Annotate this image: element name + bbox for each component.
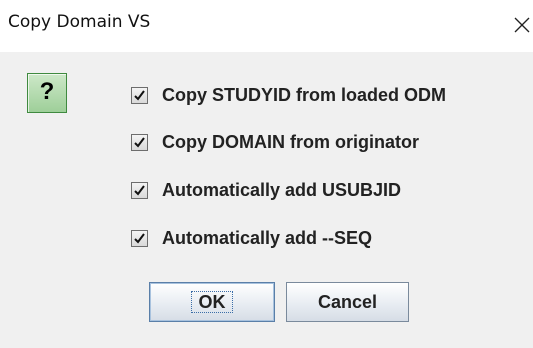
- question-icon: ?: [27, 73, 67, 113]
- option-copy-domain[interactable]: Copy DOMAIN from originator: [128, 128, 533, 156]
- checkbox-copy-studyid[interactable]: [131, 87, 148, 104]
- close-button[interactable]: [511, 6, 533, 46]
- copy-domain-dialog: Copy Domain VS ? Copy STUDYID from loade…: [0, 0, 533, 348]
- focus-ring: [191, 291, 233, 313]
- option-label: Copy STUDYID from loaded ODM: [162, 85, 447, 105]
- question-glyph: ?: [39, 78, 55, 105]
- cancel-button[interactable]: Cancel: [286, 282, 409, 322]
- checkmark-icon: [134, 90, 145, 101]
- dialog-content: ? Copy STUDYID from loaded ODM Copy DOMA…: [0, 52, 533, 348]
- option-add-usubjid[interactable]: Automatically add USUBJID: [128, 176, 533, 204]
- option-label: Automatically add USUBJID: [162, 180, 402, 200]
- checkbox-add-seq[interactable]: [131, 230, 148, 247]
- checkbox-add-usubjid[interactable]: [131, 182, 148, 199]
- ok-button[interactable]: OK: [149, 282, 275, 322]
- option-copy-studyid[interactable]: Copy STUDYID from loaded ODM: [128, 81, 533, 109]
- option-add-seq[interactable]: Automatically add --SEQ: [128, 224, 533, 252]
- cancel-button-label: Cancel: [317, 292, 378, 312]
- option-label: Automatically add --SEQ: [162, 228, 373, 248]
- close-icon: [514, 17, 530, 33]
- title-bar: Copy Domain VS: [0, 0, 533, 52]
- checkmark-icon: [134, 137, 145, 148]
- checkbox-copy-domain[interactable]: [131, 134, 148, 151]
- dialog-title: Copy Domain VS: [8, 12, 151, 32]
- option-label: Copy DOMAIN from originator: [162, 132, 419, 152]
- checkmark-icon: [134, 185, 145, 196]
- checkmark-icon: [134, 233, 145, 244]
